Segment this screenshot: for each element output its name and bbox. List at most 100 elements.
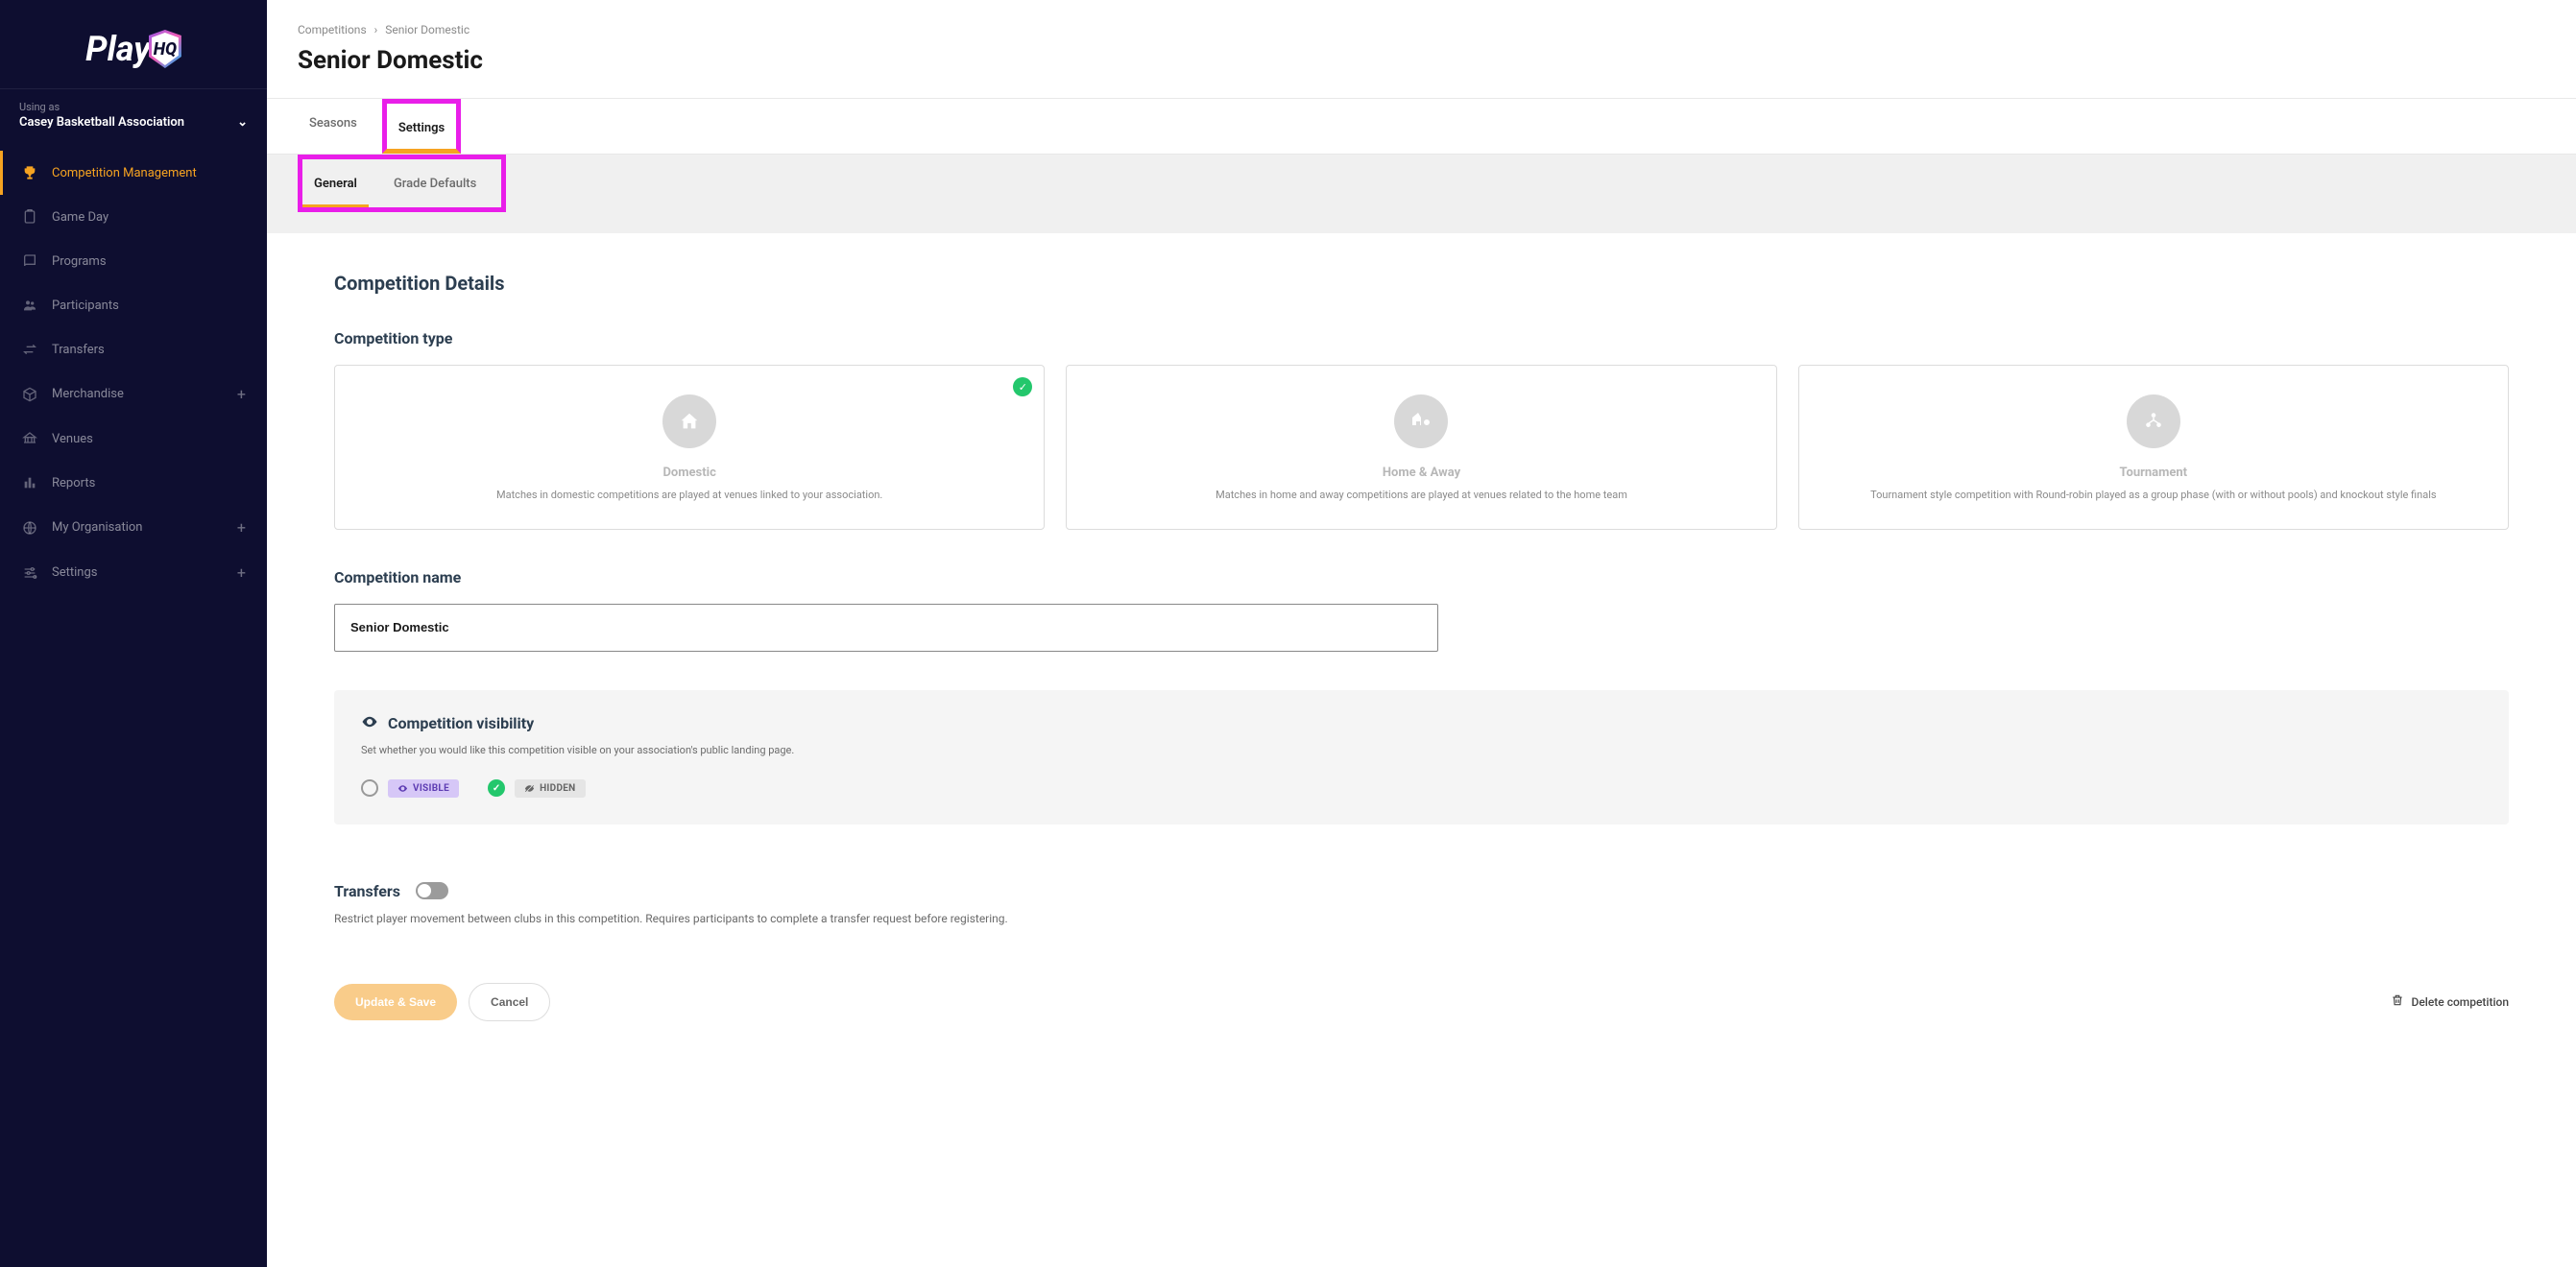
logo-shield-icon: HQ xyxy=(149,30,181,68)
type-desc: Matches in home and away competitions ar… xyxy=(1090,488,1752,504)
trophy-icon xyxy=(21,164,38,181)
toggle-knob xyxy=(418,884,431,897)
box-icon xyxy=(21,386,38,403)
breadcrumb-current: Senior Domestic xyxy=(385,23,469,36)
visibility-option-visible[interactable]: VISIBLE xyxy=(361,779,459,798)
plus-icon: + xyxy=(237,563,246,582)
nav-venues[interactable]: Venues xyxy=(0,417,267,461)
visibility-title: Competition visibility xyxy=(388,714,534,732)
clipboard-icon xyxy=(21,208,38,226)
nav-settings[interactable]: Settings + xyxy=(0,550,267,595)
gray-band xyxy=(267,212,2576,233)
chevron-down-icon: ⌄ xyxy=(237,115,248,130)
court-icon xyxy=(21,430,38,447)
sliders-icon xyxy=(21,564,38,582)
nav-label: Merchandise xyxy=(52,387,124,401)
bracket-icon xyxy=(2127,394,2180,448)
content: Competition Details Competition type ✓ D… xyxy=(267,233,2576,1079)
main-content: Competitions › Senior Domestic Senior Do… xyxy=(267,0,2576,1267)
nav-label: Settings xyxy=(52,565,97,580)
nav-label: Transfers xyxy=(52,343,105,357)
section-title: Competition Details xyxy=(334,272,2509,295)
competition-name-label: Competition name xyxy=(334,568,2509,586)
logo-text-play: Play xyxy=(85,29,151,69)
delete-label: Delete competition xyxy=(2412,995,2509,1009)
home-icon xyxy=(662,394,716,448)
action-bar: Update & Save Cancel Delete competition xyxy=(334,983,2509,1021)
logo[interactable]: Play HQ xyxy=(85,29,181,69)
competition-type-label: Competition type xyxy=(334,329,2509,347)
nav-label: My Organisation xyxy=(52,520,142,535)
nav-label: Programs xyxy=(52,254,107,269)
nav-label: Competition Management xyxy=(52,166,197,180)
visibility-panel: Competition visibility Set whether you w… xyxy=(334,690,2509,825)
nav-game-day[interactable]: Game Day xyxy=(0,195,267,239)
hidden-badge: HIDDEN xyxy=(515,779,585,798)
subtab-general[interactable]: General xyxy=(302,159,369,207)
competition-name-input[interactable] xyxy=(334,604,1438,652)
sidebar: Play HQ Using as Casey Basketball Associ… xyxy=(0,0,267,1267)
nav-label: Venues xyxy=(52,432,93,446)
transfers-title: Transfers xyxy=(334,882,400,900)
visibility-desc: Set whether you would like this competit… xyxy=(361,744,2482,756)
nav-participants[interactable]: Participants xyxy=(0,283,267,327)
nav-my-organisation[interactable]: My Organisation + xyxy=(0,505,267,550)
eye-icon xyxy=(361,713,378,734)
chart-icon xyxy=(21,474,38,491)
visibility-radio-group: VISIBLE HIDDEN xyxy=(361,779,2482,798)
plus-icon: + xyxy=(237,385,246,403)
type-option-domestic[interactable]: ✓ Domestic Matches in domestic competiti… xyxy=(334,365,1045,530)
breadcrumb: Competitions › Senior Domestic xyxy=(298,23,2545,36)
page-header: Competitions › Senior Domestic Senior Do… xyxy=(267,0,2576,99)
update-save-button[interactable]: Update & Save xyxy=(334,984,457,1020)
type-title: Home & Away xyxy=(1090,466,1752,480)
nav-programs[interactable]: Programs xyxy=(0,239,267,283)
tab-seasons[interactable]: Seasons xyxy=(298,99,369,154)
logo-area: Play HQ xyxy=(0,0,267,88)
type-title: Tournament xyxy=(1822,466,2485,480)
breadcrumb-parent[interactable]: Competitions xyxy=(298,23,367,36)
type-option-tournament[interactable]: Tournament Tournament style competition … xyxy=(1798,365,2509,530)
chevron-right-icon: › xyxy=(374,23,378,36)
nav-reports[interactable]: Reports xyxy=(0,461,267,505)
radio-icon xyxy=(361,779,378,797)
org-name: Casey Basketball Association xyxy=(19,115,184,130)
secondary-tabs: General Grade Defaults xyxy=(267,155,2576,212)
visible-badge: VISIBLE xyxy=(388,779,459,798)
page-title: Senior Domestic xyxy=(298,46,2545,75)
users-icon xyxy=(21,297,38,314)
home-away-icon xyxy=(1394,394,1448,448)
transfer-icon xyxy=(21,341,38,358)
transfers-header: Transfers xyxy=(334,882,2509,900)
nav-transfers[interactable]: Transfers xyxy=(0,327,267,371)
nav-label: Game Day xyxy=(52,210,108,225)
subtab-grade-defaults[interactable]: Grade Defaults xyxy=(382,159,488,207)
visibility-option-hidden[interactable]: HIDDEN xyxy=(488,779,585,798)
cancel-button[interactable]: Cancel xyxy=(469,983,550,1021)
transfers-desc: Restrict player movement between clubs i… xyxy=(334,912,2509,925)
nav-merchandise[interactable]: Merchandise + xyxy=(0,371,267,417)
primary-tabs: Seasons Settings xyxy=(267,99,2576,155)
badge-label: HIDDEN xyxy=(540,783,575,794)
plus-icon: + xyxy=(237,518,246,537)
nav-competition-management[interactable]: Competition Management xyxy=(0,151,267,195)
globe-icon xyxy=(21,519,38,537)
type-desc: Tournament style competition with Round-… xyxy=(1822,488,2485,504)
nav-label: Participants xyxy=(52,299,119,313)
sidebar-nav: Competition Management Game Day Programs… xyxy=(0,141,267,1267)
type-option-home-away[interactable]: Home & Away Matches in home and away com… xyxy=(1066,365,1776,530)
check-icon: ✓ xyxy=(1013,377,1032,396)
tab-settings[interactable]: Settings xyxy=(382,99,461,154)
delete-competition-link[interactable]: Delete competition xyxy=(2391,993,2509,1010)
type-desc: Matches in domestic competitions are pla… xyxy=(358,488,1021,504)
transfers-toggle[interactable] xyxy=(416,882,448,899)
competition-type-options: ✓ Domestic Matches in domestic competiti… xyxy=(334,365,2509,530)
org-switcher[interactable]: Using as Casey Basketball Association ⌄ xyxy=(0,88,267,141)
trash-icon xyxy=(2391,993,2404,1010)
book-icon xyxy=(21,252,38,270)
badge-label: VISIBLE xyxy=(413,783,449,794)
radio-checked-icon xyxy=(488,779,505,797)
nav-label: Reports xyxy=(52,476,95,490)
using-as-label: Using as xyxy=(19,101,248,113)
type-title: Domestic xyxy=(358,466,1021,480)
